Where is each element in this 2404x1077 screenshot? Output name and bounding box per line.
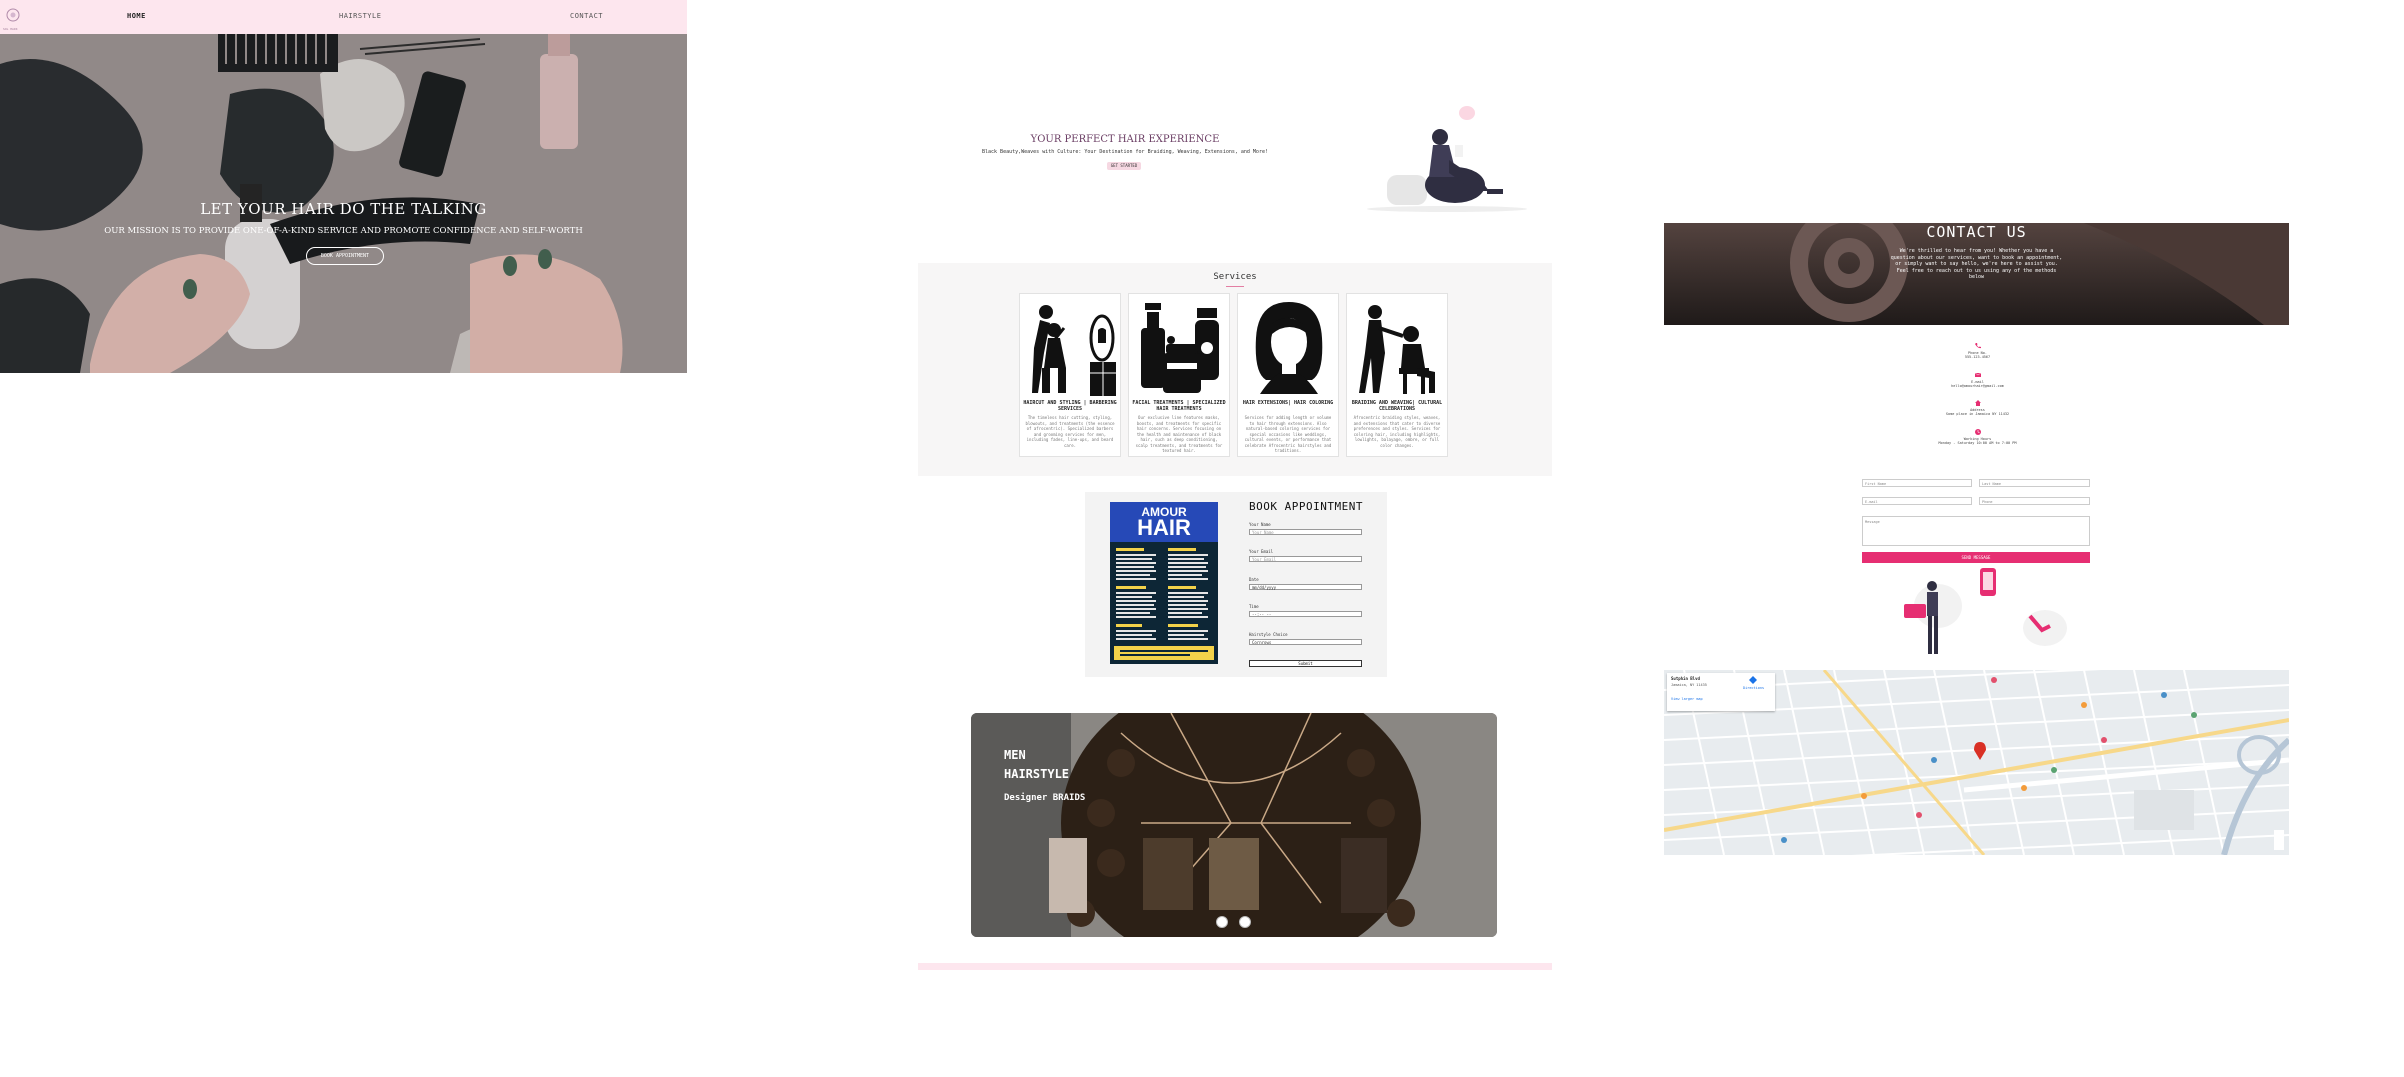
contact-banner: CONTACT US We're thrilled to hear from y… <box>1664 223 2289 325</box>
services-section: Services HAIRCUT AND STYLING | BARBERING… <box>918 263 1552 476</box>
contact-hours: Working Hours Monday - Saturday 10:00 AM… <box>1900 429 2055 445</box>
email-icon <box>1974 372 1981 377</box>
email-label: Your Email <box>1249 549 1274 554</box>
slide-title-line2: HAIRSTYLE <box>1004 767 1070 781</box>
phone-icon <box>1974 343 1981 349</box>
time-label: Time <box>1249 604 1259 609</box>
get-started-button[interactable]: GET STARTED <box>1107 162 1141 170</box>
submit-button[interactable]: Submit <box>1249 660 1362 667</box>
email-value[interactable]: hello@amourhair@gmail.com <box>1900 384 2055 388</box>
services-heading: Services <box>1213 272 1257 282</box>
map-info-card: Sutphin Blvd Jamaica, NY 11435 View larg… <box>1667 673 1775 711</box>
address-value: Some place in Jamaica NY 11432 <box>1945 412 2010 416</box>
service-card[interactable]: HAIRCUT AND STYLING | BARBERING SERVICES… <box>1019 293 1121 457</box>
flyer-brand-line2: HAIR <box>1137 515 1191 540</box>
contact-address: Address Some place in Jamaica NY 11432 <box>1900 400 2055 416</box>
service-card[interactable]: FACIAL TREATMENTS | SPECIALIZED HAIR TRE… <box>1128 293 1230 457</box>
heading-underline <box>1226 286 1244 287</box>
experience-title: YOUR PERFECT HAIR EXPERIENCE <box>1030 134 1220 145</box>
contact-email-input[interactable]: E-mail <box>1862 497 1972 505</box>
logo-text: SOL HAIR <box>3 27 18 31</box>
home-icon <box>1974 400 1981 406</box>
nav-hairstyle[interactable]: HAIRSTYLE <box>339 12 381 20</box>
service-title: HAIR EXTENSIONS| HAIR COLORING <box>1242 400 1334 406</box>
phone-value[interactable]: 555-123-4567 <box>1900 355 2055 359</box>
service-title: HAIRCUT AND STYLING | BARBERING SERVICES <box>1023 400 1117 412</box>
hairstyle-select[interactable]: Cornrows <box>1249 639 1362 645</box>
service-description: Afrocentric braiding styles, weaves, and… <box>1353 415 1441 448</box>
booking-title: BOOK APPOINTMENT <box>1249 500 1363 513</box>
slide-subtitle: Designer BRAIDS <box>1004 793 1086 803</box>
service-description: Our exclusive line features masks, boost… <box>1135 415 1223 453</box>
footer-strip <box>918 963 1552 970</box>
woman-face-icon <box>1255 302 1323 394</box>
service-description: Services for adding length or volume to … <box>1244 415 1332 453</box>
message-textarea[interactable]: Message <box>1862 516 2090 546</box>
email-field[interactable]: Your Email <box>1249 556 1362 562</box>
view-larger-map-link[interactable]: View larger map <box>1671 697 1703 701</box>
contact-illustration <box>1904 568 2067 654</box>
booking-section: AMOUR HAIR BOOK APPOINTMENT Your Name Yo… <box>1085 492 1387 677</box>
directions-icon[interactable] <box>1749 676 1757 684</box>
home-page-preview: SOL HAIR HOME HAIRSTYLE CONTACT LET YOUR… <box>0 0 687 373</box>
contact-intro: We're thrilled to hear from you! Whether… <box>1890 248 2063 280</box>
service-title: FACIAL TREATMENTS | SPECIALIZED HAIR TRE… <box>1132 400 1226 412</box>
map-place-name: Sutphin Blvd <box>1671 676 1700 681</box>
directions-link[interactable]: Directions <box>1743 686 1764 690</box>
nav-home[interactable]: HOME <box>127 12 146 20</box>
name-label: Your Name <box>1249 522 1271 527</box>
first-name-input[interactable]: First Name <box>1862 479 1972 487</box>
date-field[interactable]: mm/dd/yyyy <box>1249 584 1362 590</box>
nav-contact[interactable]: CONTACT <box>570 12 603 20</box>
hairstyle-carousel: MEN HAIRSTYLE Designer BRAIDS <box>971 713 1497 937</box>
service-title: BRAIDING AND WEAVING| CULTURAL CELEBRATI… <box>1351 400 1443 412</box>
carousel-dot-1[interactable] <box>1216 916 1228 928</box>
service-description: The timeless hair cutting, styling, blow… <box>1025 415 1115 448</box>
price-flyer-image: AMOUR HAIR <box>1110 502 1218 664</box>
slide-title-line1: MEN <box>1004 748 1026 762</box>
clock-icon <box>1974 429 1981 435</box>
contact-phone: Phone No. 555-123-4567 <box>1900 343 2055 359</box>
salon-logo-icon[interactable] <box>4 8 22 26</box>
last-name-input[interactable]: Last Name <box>1979 479 2090 487</box>
top-navigation: SOL HAIR HOME HAIRSTYLE CONTACT <box>0 0 687 34</box>
date-label: Date <box>1249 577 1259 582</box>
carousel-dot-2[interactable] <box>1239 916 1251 928</box>
name-field[interactable]: Your Name <box>1249 529 1362 535</box>
experience-subtitle: Black Beauty,Weaves with Culture: Your D… <box>982 149 1268 155</box>
service-card[interactable]: HAIR EXTENSIONS| HAIR COLORING Services … <box>1237 293 1339 457</box>
braids-photo <box>971 713 1497 937</box>
hero-banner: LET YOUR HAIR DO THE TALKING OUR MISSION… <box>0 34 687 373</box>
phone-input[interactable]: Phone <box>1979 497 2090 505</box>
location-map[interactable]: Sutphin Blvd Jamaica, NY 11435 View larg… <box>1664 670 2289 855</box>
contact-email: E-mail hello@amourhair@gmail.com <box>1900 372 2055 388</box>
hero-subtitle: OUR MISSION IS TO PROVIDE ONE-OF-A-KIND … <box>104 226 583 236</box>
flyer-price-list <box>1114 548 1214 660</box>
time-field[interactable]: --:-- -- <box>1249 611 1362 617</box>
hero-title: LET YOUR HAIR DO THE TALKING <box>200 200 487 218</box>
cosmetics-icon <box>1141 303 1219 393</box>
map-address: Jamaica, NY 11435 <box>1671 683 1707 687</box>
send-message-button[interactable]: SEND MESSAGE <box>1862 552 2090 563</box>
contact-title: CONTACT US <box>1926 223 2027 241</box>
book-appointment-button[interactable]: BOOK APPOINTMENT <box>306 247 384 265</box>
barber-icon <box>1032 305 1116 396</box>
service-card[interactable]: BRAIDING AND WEAVING| CULTURAL CELEBRATI… <box>1346 293 1448 457</box>
hours-value: Monday - Saturday 10:00 AM to 7:00 PM <box>1938 441 2017 445</box>
hairstyle-label: Hairstyle Choice <box>1249 632 1288 637</box>
braiding-icon <box>1359 305 1435 394</box>
reading-woman-illustration <box>1367 106 1527 212</box>
